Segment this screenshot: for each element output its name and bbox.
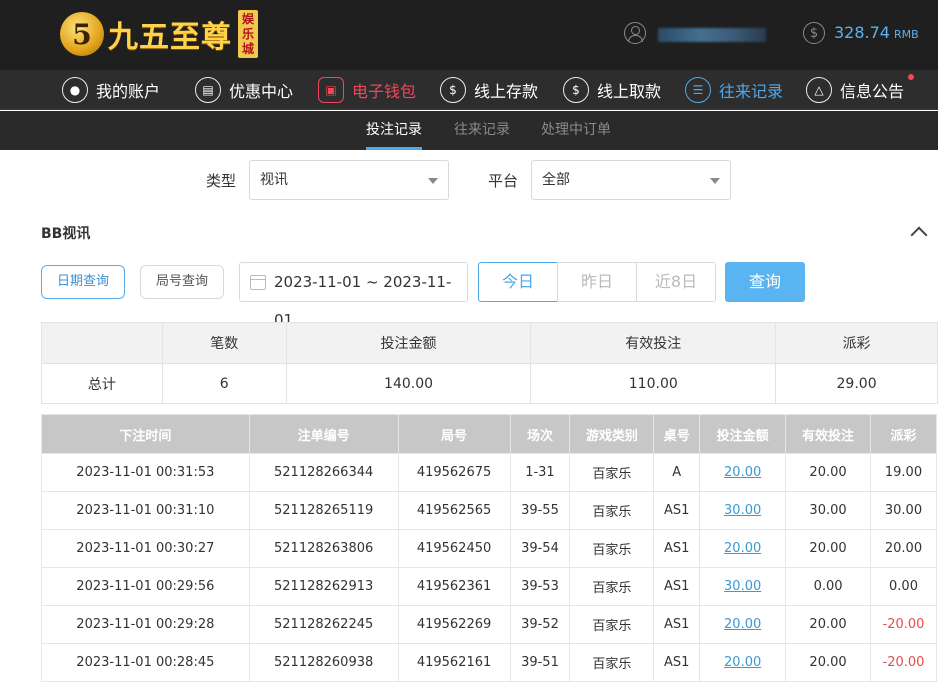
- search-button[interactable]: 查询: [725, 262, 805, 302]
- round-query-button[interactable]: 局号查询: [140, 265, 224, 299]
- account-balance: 328.74 RMB: [834, 23, 919, 42]
- user-avatar-icon[interactable]: [624, 22, 646, 44]
- yesterday-button[interactable]: 昨日: [557, 262, 637, 302]
- dollar-coin-icon: $: [803, 22, 825, 44]
- tab-bet-records[interactable]: 投注记录: [366, 111, 422, 150]
- summary-cell: 总计: [41, 363, 163, 404]
- summary-cell: 110.00: [530, 363, 777, 404]
- nav-announcements[interactable]: △ 信息公告: [806, 74, 915, 104]
- top-header: 5 九五至尊 娱 乐 城 $ 328.74 RMB: [0, 0, 938, 70]
- nav-online-deposit[interactable]: $ 线上存款: [440, 76, 538, 104]
- withdraw-icon: $: [563, 77, 589, 103]
- records-icon: ☰: [685, 77, 711, 103]
- column-header: 局号: [397, 414, 511, 454]
- last-8-days-button[interactable]: 近8日: [636, 262, 716, 302]
- summary-header-cell: [41, 322, 163, 364]
- column-header: 下注时间: [41, 414, 250, 454]
- table-row: 2023-11-01 00:31:53 521128266344 4195626…: [41, 453, 938, 492]
- date-range-input[interactable]: 2023-11-01 ~ 2023-11-01: [239, 262, 468, 329]
- payout-negative: -20.00: [869, 605, 938, 644]
- summary-cell: 6: [161, 363, 287, 404]
- table-row: 2023-11-01 00:29:28 521128262245 4195622…: [41, 605, 938, 644]
- summary-cell: 140.00: [285, 363, 532, 404]
- nav-transaction-records[interactable]: ☰ 往来记录: [685, 76, 783, 104]
- tab-pending-orders[interactable]: 处理中订单: [541, 111, 611, 150]
- column-header: 游戏类别: [569, 414, 655, 454]
- platform-select[interactable]: 全部: [531, 160, 731, 200]
- tab-transaction-records[interactable]: 往来记录: [454, 111, 510, 150]
- user-icon: ●: [62, 77, 88, 103]
- bet-records-table: 下注时间 注单编号 局号 场次 游戏类别 桌号 投注金额 有效投注 派彩 202…: [41, 414, 938, 682]
- wallet-icon: ▣: [318, 77, 344, 103]
- summary-cell: 29.00: [775, 363, 938, 404]
- nav-online-withdraw[interactable]: $ 线上取款: [563, 76, 661, 104]
- site-logo[interactable]: 5 九五至尊 娱 乐 城: [60, 6, 258, 62]
- calendar-icon: [250, 275, 266, 290]
- logo-emblem: 5: [60, 12, 104, 56]
- payout-negative: -20.00: [869, 643, 938, 682]
- summary-header-cell: 派彩: [775, 322, 938, 364]
- table-row: 2023-11-01 00:30:27 521128263806 4195624…: [41, 529, 938, 568]
- summary-header-cell: 有效投注: [530, 322, 777, 364]
- column-header: 派彩: [869, 414, 938, 454]
- type-label: 类型: [206, 172, 237, 190]
- chevron-down-icon: [428, 178, 438, 184]
- column-header: 有效投注: [785, 414, 871, 454]
- table-row: 2023-11-01 00:29:56 521128262913 4195623…: [41, 567, 938, 606]
- column-header: 投注金额: [699, 414, 787, 454]
- records-header-row: 下注时间 注单编号 局号 场次 游戏类别 桌号 投注金额 有效投注 派彩: [41, 414, 938, 454]
- bet-amount-link[interactable]: 30.00: [699, 491, 787, 530]
- chevron-up-icon[interactable]: [909, 222, 929, 242]
- main-nav: ● 我的账户 ▤ 优惠中心 ▣ 电子钱包 $ 线上存款 $ 线上取款 ☰ 往来记…: [0, 70, 938, 110]
- bet-amount-link[interactable]: 20.00: [699, 643, 787, 682]
- summary-header-cell: 笔数: [161, 322, 287, 364]
- table-row: 2023-11-01 00:28:45 521128260938 4195621…: [41, 643, 938, 682]
- bell-icon: △: [806, 77, 832, 103]
- deposit-icon: $: [440, 77, 466, 103]
- notification-dot: [908, 74, 915, 80]
- logo-text: 九五至尊: [108, 20, 232, 55]
- table-row: 2023-11-01 00:31:10 521128265119 4195625…: [41, 491, 938, 530]
- nav-promotions[interactable]: ▤ 优惠中心: [195, 76, 293, 104]
- nav-e-wallet[interactable]: ▣ 电子钱包: [318, 76, 416, 104]
- date-query-button[interactable]: 日期查询: [41, 265, 125, 299]
- today-button[interactable]: 今日: [478, 262, 558, 302]
- platform-label: 平台: [488, 172, 519, 190]
- column-header: 注单编号: [248, 414, 399, 454]
- bet-amount-link[interactable]: 30.00: [699, 567, 787, 606]
- bet-amount-link[interactable]: 20.00: [699, 529, 787, 568]
- username-masked: [658, 28, 766, 42]
- gift-icon: ▤: [195, 77, 221, 103]
- summary-header-cell: 投注金额: [285, 322, 532, 364]
- logo-tag: 娱 乐 城: [238, 10, 258, 58]
- type-select[interactable]: 视讯: [249, 160, 449, 200]
- summary-total-row: 总计 6 140.00 110.00 29.00: [41, 363, 938, 404]
- chevron-down-icon: [710, 178, 720, 184]
- column-header: 桌号: [653, 414, 701, 454]
- summary-header-row: 笔数 投注金额 有效投注 派彩: [41, 322, 938, 364]
- sub-nav: 投注记录 往来记录 处理中订单: [0, 111, 938, 150]
- column-header: 场次: [509, 414, 571, 454]
- bet-amount-link[interactable]: 20.00: [699, 605, 787, 644]
- section-title: BB视讯: [41, 226, 91, 242]
- nav-my-account[interactable]: ● 我的账户: [62, 76, 160, 104]
- summary-table: 笔数 投注金额 有效投注 派彩 总计 6 140.00 110.00 29.00: [41, 322, 938, 404]
- bet-amount-link[interactable]: 20.00: [699, 453, 787, 492]
